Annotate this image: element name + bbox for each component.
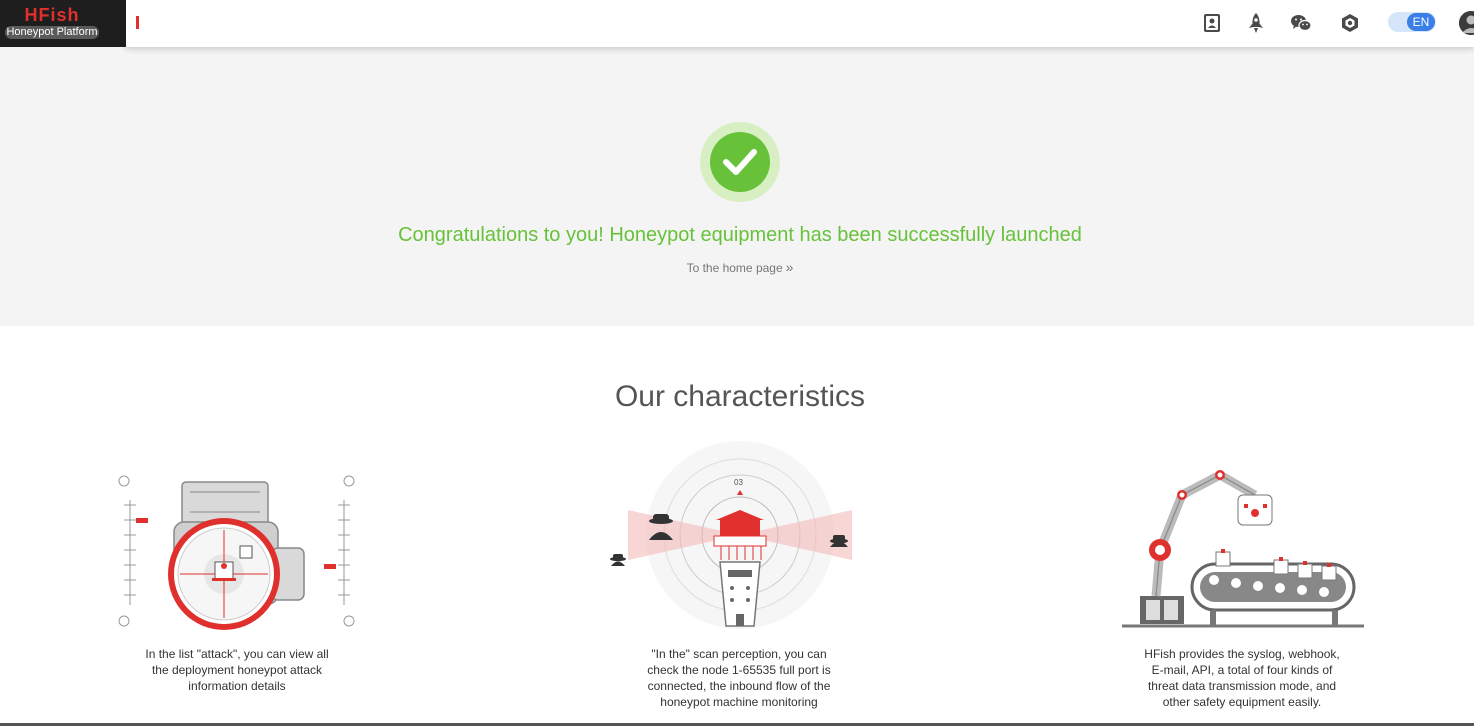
feature-text-integration: HFish provides the syslog, webhook, E-ma… (1144, 647, 1340, 709)
home-page-link[interactable]: To the home page» (0, 259, 1474, 276)
double-chevron-right-icon: » (785, 259, 794, 275)
attack-gauge-illustration (112, 440, 362, 645)
feature-text-attack: In the list "attack", you can view all t… (145, 647, 329, 693)
top-bar: EN (126, 0, 1474, 47)
language-toggle[interactable]: EN (1388, 12, 1436, 32)
success-panel: Congratulations to you! Honeypot equipme… (0, 47, 1474, 326)
hexagon-settings-icon[interactable] (1338, 11, 1362, 35)
robot-arm-conveyor-illustration (1120, 440, 1366, 635)
logo[interactable]: HFish Honeypot Platform (0, 0, 126, 47)
logo-subtitle: Honeypot Platform (5, 26, 99, 39)
success-message: Congratulations to you! Honeypot equipme… (398, 224, 1082, 246)
success-check-icon (700, 122, 780, 202)
avatar[interactable] (1459, 11, 1474, 35)
svg-text:03: 03 (734, 478, 743, 487)
rocket-icon[interactable] (1244, 11, 1268, 35)
logo-title: HFish (24, 5, 80, 25)
feature-text-scan: "In the" scan perception, you can check … (647, 647, 831, 709)
scan-tower-illustration: 03 (608, 440, 872, 635)
language-label: EN (1407, 13, 1435, 31)
page: HFish Honeypot Platform EN Congratulatio… (0, 0, 1474, 726)
characteristics-title: Our characteristics (614, 380, 866, 413)
wechat-icon[interactable] (1289, 11, 1313, 35)
active-marker (136, 16, 139, 29)
home-page-link-label: To the home page (686, 261, 783, 275)
contacts-book-icon[interactable] (1200, 11, 1224, 35)
